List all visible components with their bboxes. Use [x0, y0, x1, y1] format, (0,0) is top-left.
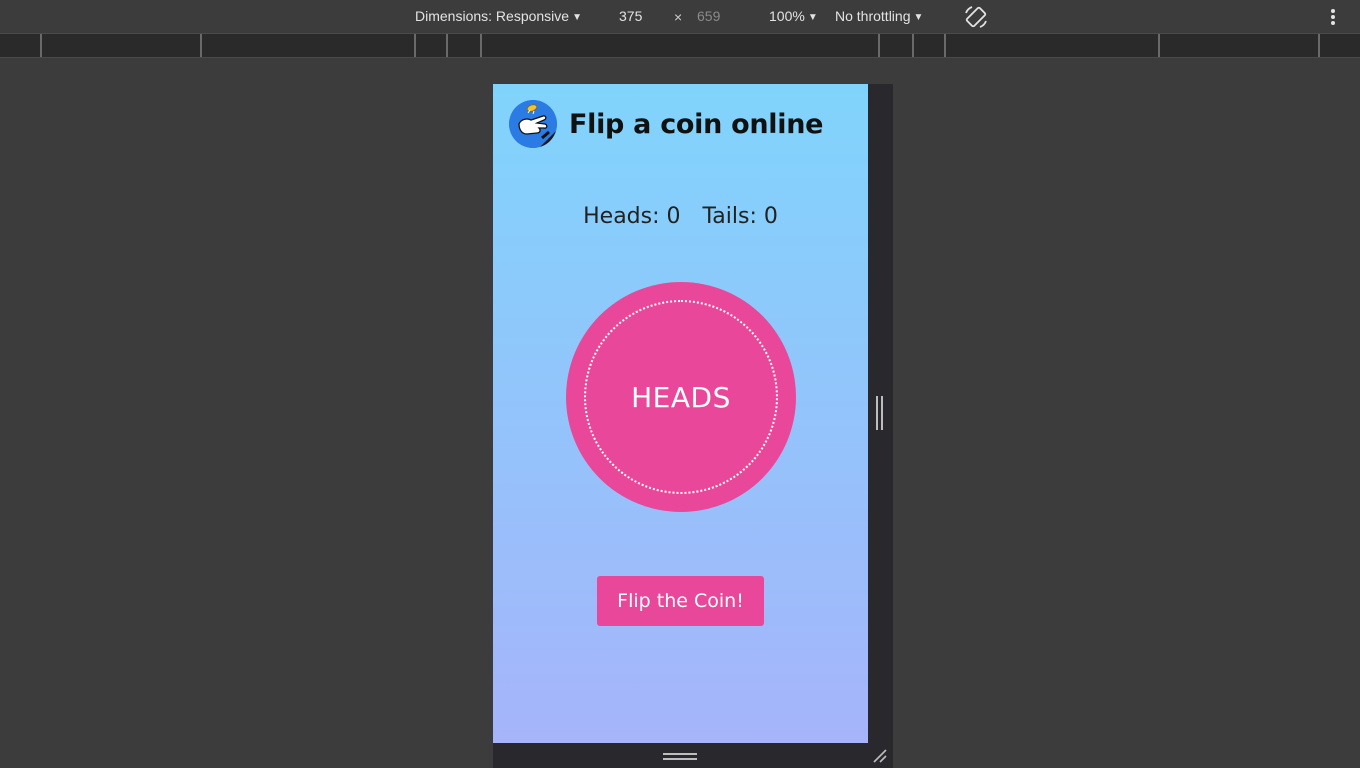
grip-line	[663, 758, 697, 760]
ruler-marker	[200, 34, 202, 57]
resize-handle-icon	[873, 749, 887, 763]
more-vertical-icon	[1331, 9, 1335, 25]
dimensions-dropdown[interactable]: Dimensions: Responsive ▼	[415, 8, 582, 26]
times-icon: ×	[674, 9, 683, 25]
width-resize-handle[interactable]	[876, 396, 883, 430]
rotate-icon	[965, 6, 987, 28]
throttling-dropdown[interactable]: No throttling ▼	[835, 8, 923, 26]
chevron-down-icon: ▼	[913, 12, 924, 23]
chevron-down-icon: ▼	[807, 12, 818, 23]
ruler-marker	[446, 34, 448, 57]
hand-flipping-coin-icon	[509, 100, 557, 148]
zoom-label: 100%	[769, 8, 805, 24]
media-query-ruler[interactable]	[0, 33, 1360, 58]
page-title: Flip a coin online	[569, 108, 824, 140]
coin[interactable]: HEADS	[566, 282, 796, 512]
corner-resize-handle[interactable]	[872, 748, 888, 764]
grip-line	[881, 396, 883, 430]
emulated-viewport: Flip a coin online Heads: 0 Tails: 0 HEAD…	[493, 84, 868, 743]
height-resize-handle[interactable]	[663, 753, 697, 760]
coin-face-label: HEADS	[631, 380, 731, 414]
device-toolbar: Dimensions: Responsive ▼ 375 × 659 100% ▼ …	[0, 0, 1360, 33]
chevron-down-icon: ▼	[572, 12, 582, 23]
ruler-marker	[1158, 34, 1160, 57]
flip-coin-button[interactable]: Flip the Coin!	[597, 576, 764, 626]
scoreboard: Heads: 0 Tails: 0	[493, 204, 868, 229]
rotate-button[interactable]	[963, 4, 989, 30]
grip-line	[876, 396, 878, 430]
app-header: Flip a coin online	[509, 100, 823, 148]
ruler-marker	[878, 34, 880, 57]
width-input[interactable]: 375	[617, 6, 673, 27]
ruler-marker	[1318, 34, 1320, 57]
heads-count: Heads: 0	[583, 204, 681, 229]
more-options-button[interactable]	[1326, 7, 1340, 27]
ruler-marker	[912, 34, 914, 57]
ruler-marker	[40, 34, 42, 57]
zoom-dropdown[interactable]: 100% ▼	[769, 8, 818, 26]
tails-count: Tails: 0	[702, 204, 778, 229]
dimensions-label: Dimensions: Responsive	[415, 8, 570, 24]
throttling-label: No throttling	[835, 8, 911, 24]
height-input[interactable]: 659	[695, 6, 751, 27]
ruler-marker	[414, 34, 416, 57]
ruler-marker	[944, 34, 946, 57]
grip-line	[663, 753, 697, 755]
ruler-marker	[480, 34, 482, 57]
